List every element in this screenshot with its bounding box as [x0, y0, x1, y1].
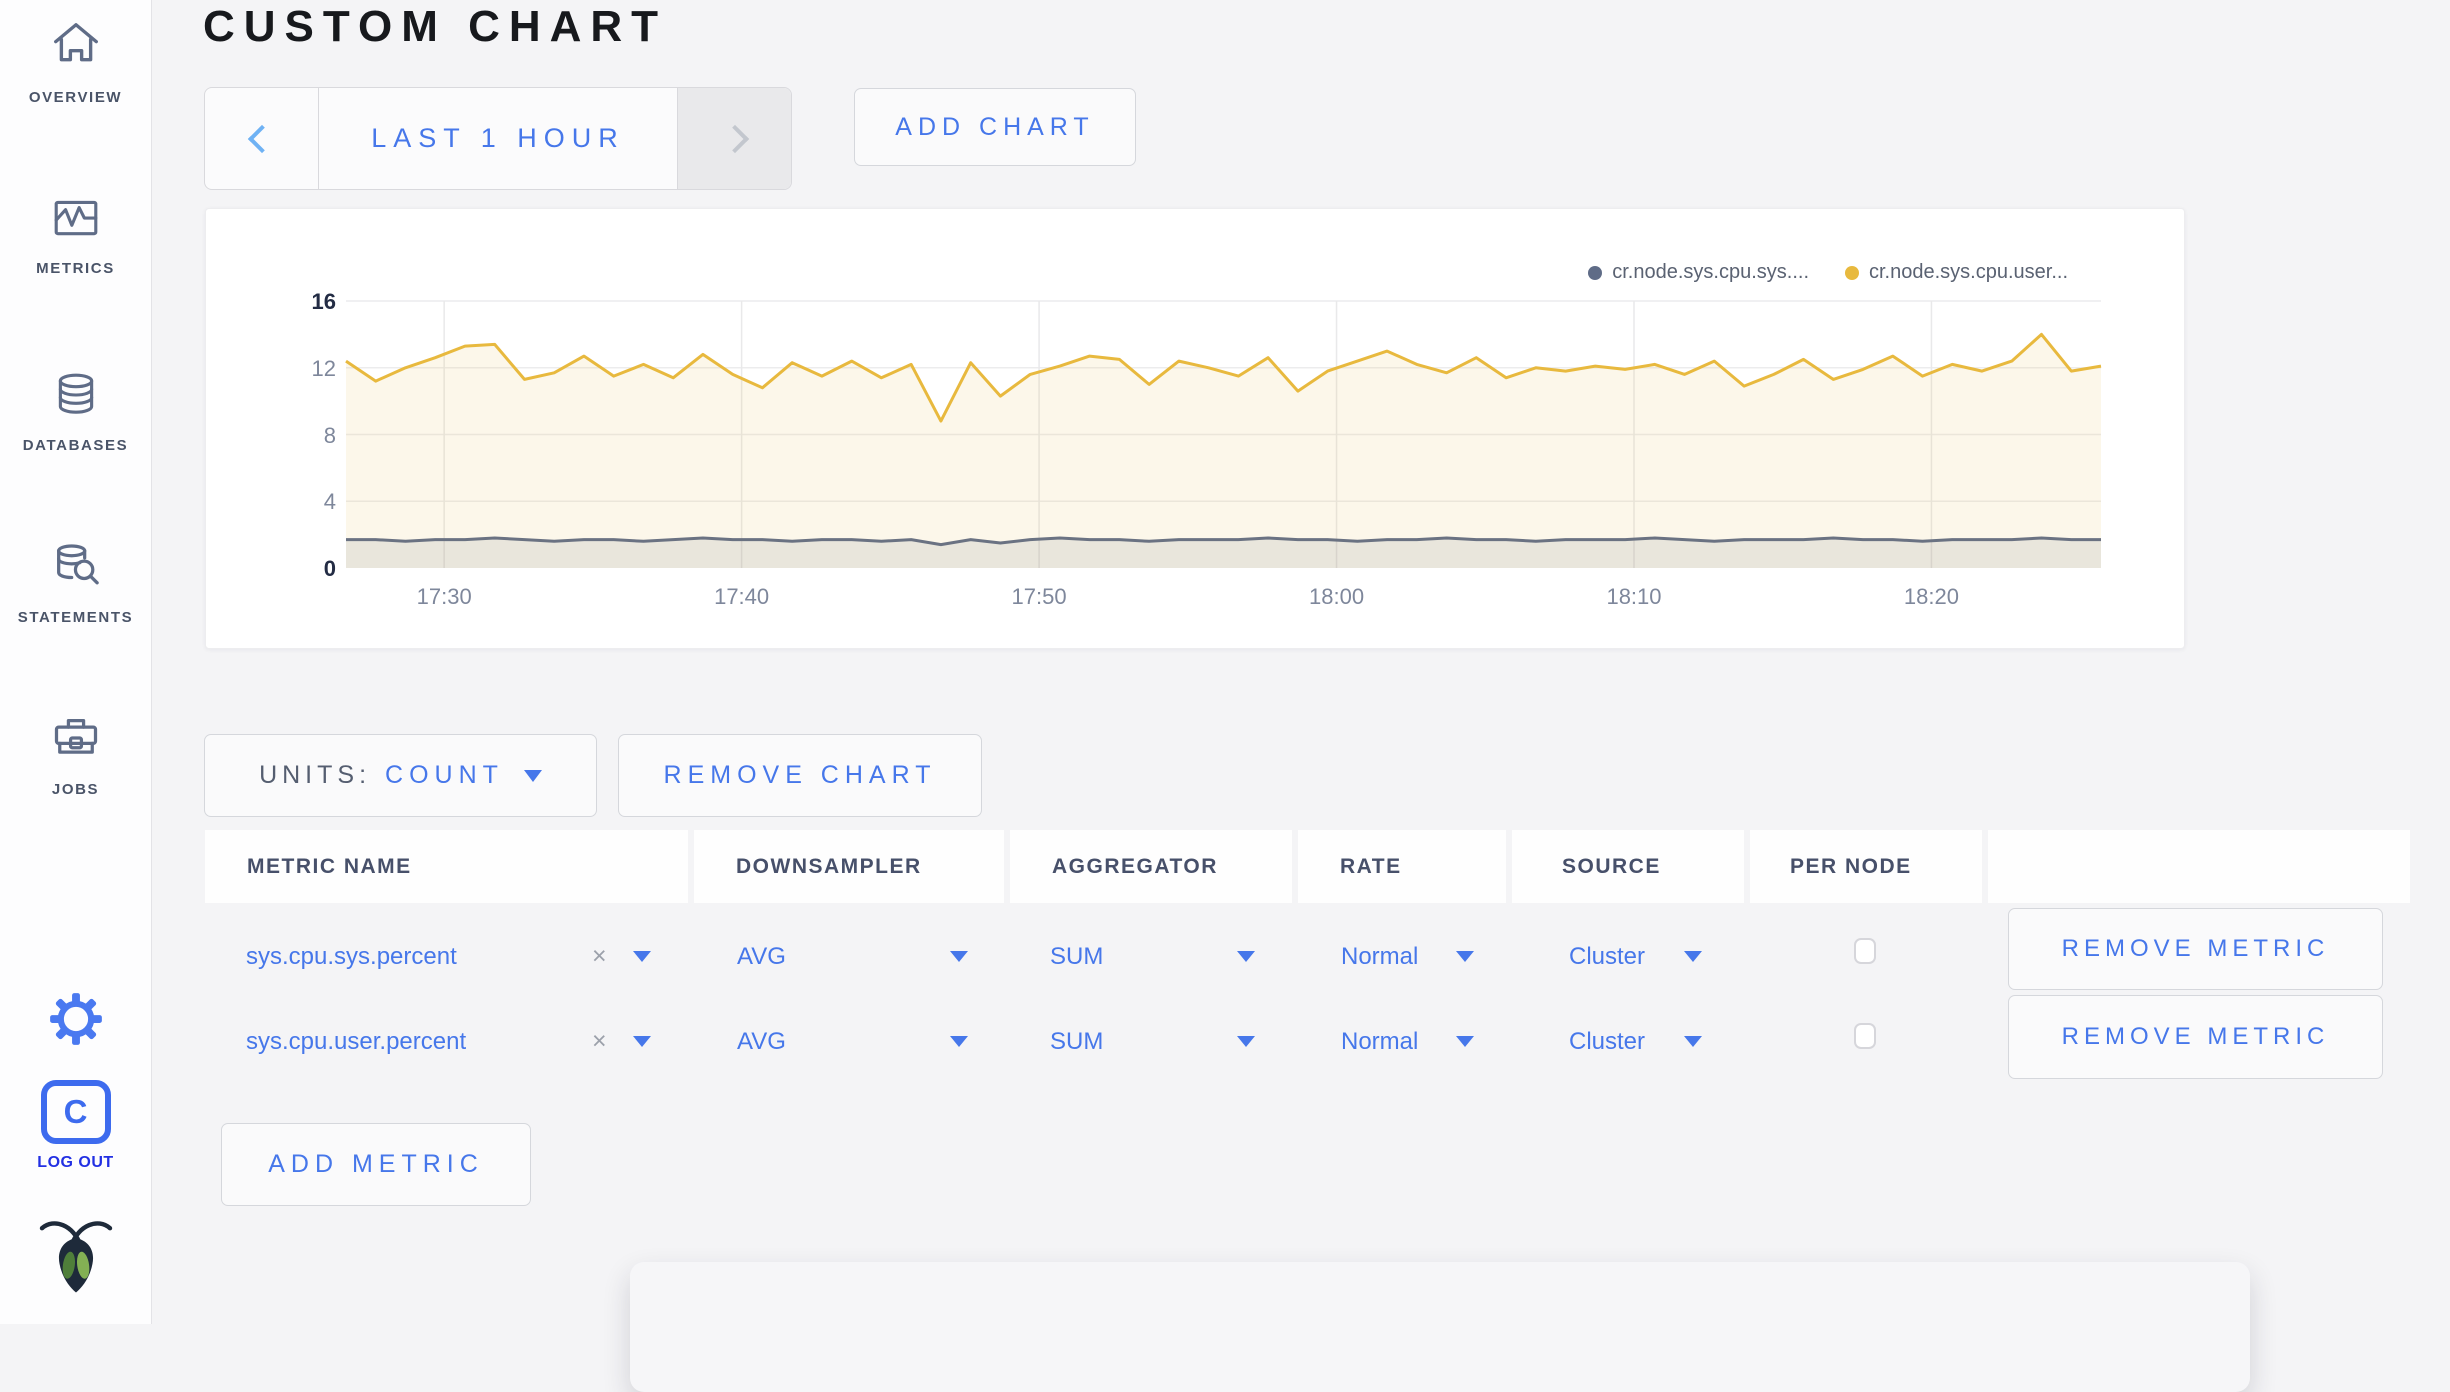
logout-label: LOG OUT: [37, 1154, 114, 1171]
aggregator-value[interactable]: SUM: [1050, 943, 1103, 971]
sidebar-item-label: STATEMENTS: [17, 609, 134, 626]
column-header-aggregator: AGGREGATOR: [1010, 830, 1292, 903]
x-tick-label: 17:50: [1011, 584, 1067, 609]
downsampler-value[interactable]: AVG: [737, 943, 786, 971]
sidebar-item-label: JOBS: [51, 781, 100, 798]
legend-item[interactable]: cr.node.sys.cpu.user...: [1845, 261, 2068, 284]
home-icon: [49, 18, 103, 77]
add-metric-button[interactable]: ADD METRIC: [221, 1123, 531, 1206]
downsampler-value[interactable]: AVG: [737, 1028, 786, 1056]
page-title: CUSTOM CHART: [203, 2, 668, 51]
x-tick-label: 17:30: [416, 584, 472, 609]
metrics-icon: [51, 193, 101, 248]
remove-chart-button[interactable]: REMOVE CHART: [618, 734, 982, 817]
y-tick-label: 0: [323, 556, 336, 581]
chart-legend: cr.node.sys.cpu.sys.... cr.node.sys.cpu.u…: [1588, 261, 2068, 284]
sidebar-item-statements[interactable]: STATEMENTS: [0, 540, 151, 626]
source-caret[interactable]: [1684, 1036, 1702, 1047]
column-header-source: SOURCE: [1512, 830, 1744, 903]
source-caret[interactable]: [1684, 951, 1702, 962]
aggregator-caret[interactable]: [1237, 951, 1255, 962]
time-range-picker: LAST 1 HOUR: [204, 87, 792, 190]
chart-card: cr.node.sys.cpu.sys.... cr.node.sys.cpu.u…: [205, 208, 2185, 649]
statements-icon: [50, 540, 102, 597]
aggregator-caret[interactable]: [1237, 1036, 1255, 1047]
downsampler-caret[interactable]: [950, 1036, 968, 1047]
metric-name-value[interactable]: sys.cpu.sys.percent: [246, 943, 457, 971]
chevron-left-icon: [247, 124, 276, 153]
metric-dropdown-caret[interactable]: [633, 951, 651, 962]
time-range-next-button[interactable]: [677, 88, 791, 189]
x-tick-label: 17:40: [714, 584, 770, 609]
clear-metric-icon[interactable]: ×: [592, 942, 607, 971]
time-range-label[interactable]: LAST 1 HOUR: [319, 88, 677, 189]
column-header-per-node: PER NODE: [1750, 830, 1982, 903]
chevron-right-icon: [720, 124, 749, 153]
per-node-checkbox[interactable]: [1854, 938, 1876, 964]
units-dropdown[interactable]: UNITS: COUNT: [204, 734, 597, 817]
per-node-checkbox[interactable]: [1854, 1023, 1876, 1049]
sidebar-item-overview[interactable]: OVERVIEW: [0, 18, 151, 106]
table-row: sys.cpu.sys.percent × AVG SUM Normal Clu…: [205, 903, 2410, 995]
table-row: sys.cpu.user.percent × AVG SUM Normal Cl…: [205, 995, 2410, 1087]
legend-label: cr.node.sys.cpu.user...: [1869, 261, 2068, 283]
sidebar-item-metrics[interactable]: METRICS: [0, 193, 151, 277]
add-chart-button[interactable]: ADD CHART: [854, 88, 1136, 166]
chevron-down-icon: [523, 769, 542, 782]
downsampler-caret[interactable]: [950, 951, 968, 962]
sidebar: OVERVIEW METRICS DATABASES STATEMENTS JO…: [0, 0, 152, 1324]
sidebar-item-label: OVERVIEW: [28, 89, 123, 106]
metric-name-value[interactable]: sys.cpu.user.percent: [246, 1028, 466, 1056]
column-header-downsampler: DOWNSAMPLER: [694, 830, 1004, 903]
x-tick-label: 18:10: [1606, 584, 1662, 609]
x-tick-label: 18:00: [1309, 584, 1365, 609]
sidebar-item-label: DATABASES: [22, 437, 129, 454]
time-range-prev-button[interactable]: [205, 88, 319, 189]
source-value[interactable]: Cluster: [1569, 943, 1645, 971]
legend-dot-icon: [1845, 265, 1859, 280]
remove-metric-button[interactable]: REMOVE METRIC: [2008, 908, 2383, 990]
next-card-top-edge: [630, 1262, 2250, 1392]
settings-button[interactable]: [0, 992, 151, 1051]
remove-metric-button[interactable]: REMOVE METRIC: [2008, 995, 2383, 1079]
rate-value[interactable]: Normal: [1341, 943, 1418, 971]
jobs-icon: [50, 712, 102, 769]
sidebar-item-label: METRICS: [36, 260, 115, 277]
units-value: COUNT: [385, 761, 504, 789]
y-tick-label: 8: [323, 422, 336, 448]
sidebar-item-jobs[interactable]: JOBS: [0, 712, 151, 798]
column-header-actions: [1988, 830, 2410, 903]
rate-caret[interactable]: [1456, 1036, 1474, 1047]
column-header-metric-name: METRIC NAME: [205, 830, 688, 903]
database-icon: [51, 370, 101, 425]
rate-caret[interactable]: [1456, 951, 1474, 962]
legend-item[interactable]: cr.node.sys.cpu.sys....: [1588, 261, 1809, 284]
units-label: UNITS:: [259, 761, 372, 789]
metric-dropdown-caret[interactable]: [633, 1036, 651, 1047]
cockroach-c-icon: C: [40, 1080, 111, 1144]
y-tick-label: 4: [323, 489, 336, 515]
cockroachdb-logo: [0, 1214, 151, 1298]
legend-label: cr.node.sys.cpu.sys....: [1612, 261, 1809, 283]
aggregator-value[interactable]: SUM: [1050, 1028, 1103, 1056]
x-tick-label: 18:20: [1903, 584, 1959, 609]
gear-icon: [49, 992, 103, 1051]
clear-metric-icon[interactable]: ×: [592, 1027, 607, 1056]
sidebar-item-databases[interactable]: DATABASES: [0, 370, 151, 454]
logout-button[interactable]: C LOG OUT: [0, 1080, 151, 1172]
rate-value[interactable]: Normal: [1341, 1028, 1418, 1056]
y-tick-label: 12: [311, 355, 336, 381]
source-value[interactable]: Cluster: [1569, 1028, 1645, 1056]
legend-dot-icon: [1588, 265, 1603, 280]
y-tick-label: 16: [311, 289, 336, 314]
column-header-rate: RATE: [1298, 830, 1506, 903]
